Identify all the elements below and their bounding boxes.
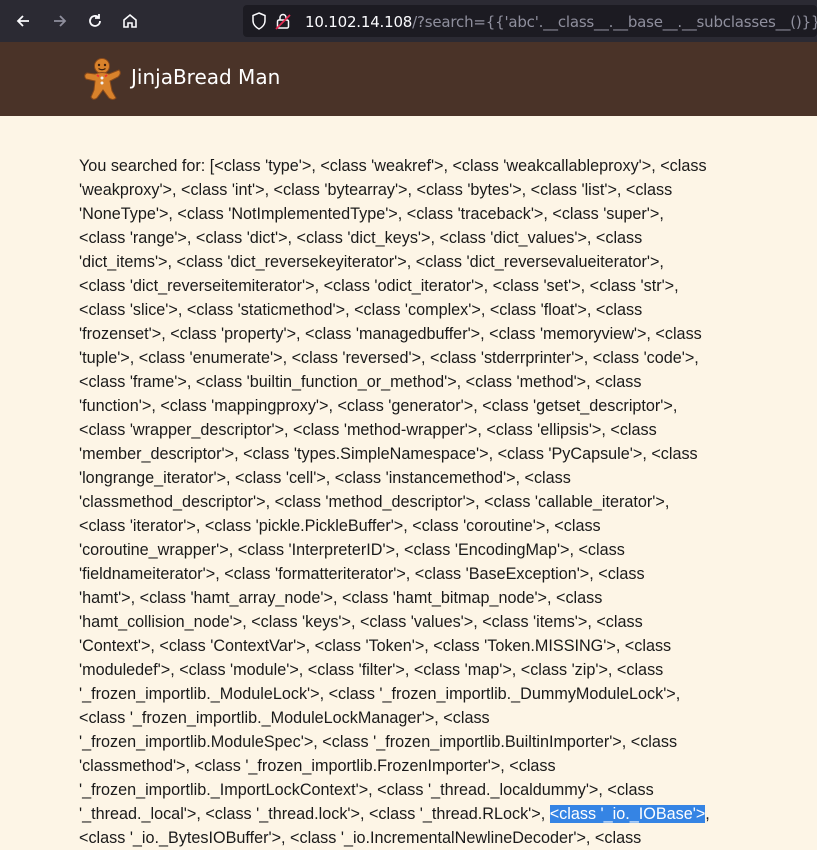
back-button[interactable] (10, 8, 36, 34)
result-line: '_frozen_importlib.ModuleSpec'>, <class … (79, 733, 678, 751)
result-line: 'member_descriptor'>, <class 'types.Simp… (79, 445, 698, 463)
result-line: 'coroutine_wrapper'>, <class 'Interprete… (79, 541, 625, 559)
forward-arrow-icon (54, 15, 67, 27)
url-text[interactable]: 10.102.14.108/?search={{'abc'.__class__.… (305, 13, 817, 31)
result-line: <class '_io._BytesIOBuffer'>, <class '_i… (79, 829, 642, 847)
result-line: <class 'wrapper_descriptor'>, <class 'me… (79, 421, 657, 439)
address-bar[interactable]: 10.102.14.108/?search={{'abc'.__class__.… (243, 5, 817, 37)
selected-text[interactable]: <class '_io._IOBase'> (549, 805, 706, 823)
result-line: 'dict_items'>, <class 'dict_reversekeyit… (79, 253, 664, 271)
result-line: <class 'slice'>, <class 'staticmethod'>,… (79, 301, 643, 319)
result-line-suffix: , (705, 805, 710, 823)
result-line: You searched for: [<class 'type'>, <clas… (79, 157, 707, 175)
search-result-text: You searched for: [<class 'type'>, <clas… (79, 154, 814, 850)
result-line: 'tuple'>, <class 'enumerate'>, <class 'r… (79, 349, 699, 367)
result-line: '_frozen_importlib._ImportLockContext'>,… (79, 781, 654, 799)
result-line: 'Context'>, <class 'ContextVar'>, <class… (79, 637, 672, 655)
browser-toolbar: 10.102.14.108/?search={{'abc'.__class__.… (0, 0, 817, 42)
url-path: /?search={{'abc'.__class__.__base__.__su… (412, 13, 817, 31)
gingerbread-man-icon[interactable] (81, 57, 123, 101)
result-line: <class 'frame'>, <class 'builtin_functio… (79, 373, 642, 391)
reload-icon (89, 14, 101, 27)
result-line: <class 'range'>, <class 'dict'>, <class … (79, 229, 643, 247)
result-line: 'fieldnameiterator'>, <class 'formatteri… (79, 565, 645, 583)
result-line: 'classmethod_descriptor'>, <class 'metho… (79, 493, 670, 511)
insecure-lock-icon[interactable] (275, 12, 291, 30)
site-header: JinjaBread Man (0, 42, 817, 116)
site-brand[interactable]: JinjaBread Man (131, 65, 280, 89)
result-line: 'NoneType'>, <class 'NotImplementedType'… (79, 205, 664, 223)
result-line: <class 'iterator'>, <class 'pickle.Pickl… (79, 517, 601, 535)
result-line: 'weakproxy'>, <class 'int'>, <class 'byt… (79, 181, 673, 199)
back-arrow-icon (16, 15, 29, 27)
result-line: 'classmethod'>, <class '_frozen_importli… (79, 757, 556, 775)
result-line-prefix: '_thread._local'>, <class '_thread.lock'… (79, 805, 550, 823)
result-line: '_frozen_importlib._ModuleLock'>, <class… (79, 685, 681, 703)
forward-button[interactable] (47, 8, 73, 34)
result-line: 'frozenset'>, <class 'property'>, <class… (79, 325, 702, 343)
result-line: 'function'>, <class 'mappingproxy'>, <cl… (79, 397, 678, 415)
shield-icon[interactable] (251, 12, 267, 30)
result-line: 'hamt_collision_node'>, <class 'keys'>, … (79, 613, 643, 631)
home-icon (123, 13, 137, 28)
result-line: <class '_frozen_importlib._ModuleLockMan… (79, 709, 490, 727)
result-line: <class 'dict_reverseitemiterator'>, <cla… (79, 277, 679, 295)
result-line: 'hamt'>, <class 'hamt_array_node'>, <cla… (79, 589, 603, 607)
url-host: 10.102.14.108 (305, 13, 413, 31)
result-line: 'longrange_iterator'>, <class 'cell'>, <… (79, 469, 571, 487)
result-line: 'moduledef'>, <class 'module'>, <class '… (79, 661, 664, 679)
home-button[interactable] (117, 8, 143, 34)
reload-button[interactable] (82, 8, 108, 34)
result-line-highlight: '_thread._local'>, <class '_thread.lock'… (79, 802, 814, 826)
